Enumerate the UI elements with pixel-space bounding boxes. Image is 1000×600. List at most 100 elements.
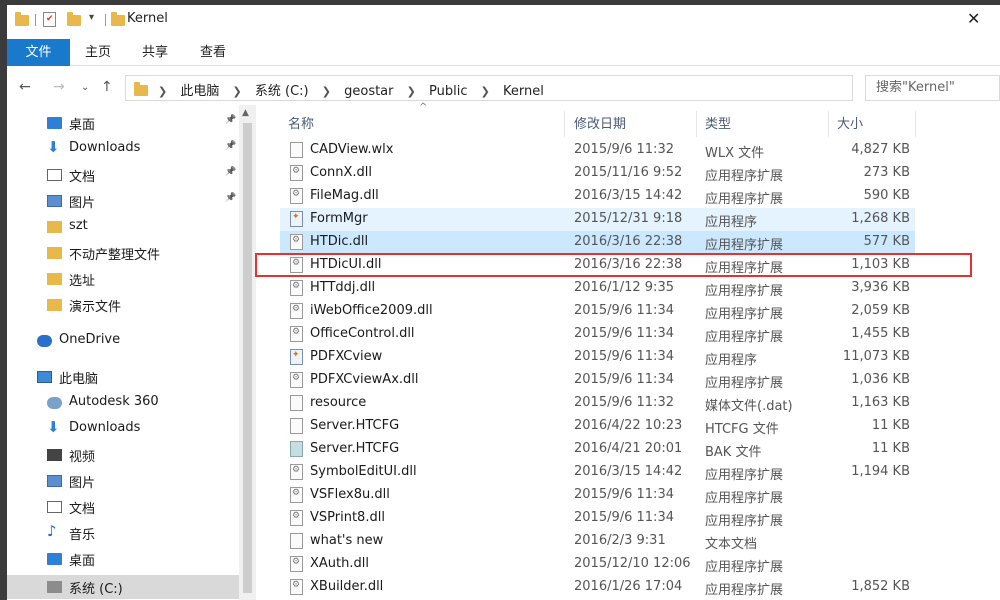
- nav-item-label: 图片: [69, 476, 96, 491]
- column-divider[interactable]: [915, 111, 916, 137]
- file-row[interactable]: XAuth.dll 2015/12/10 12:06 应用程序扩展: [280, 553, 915, 576]
- crumb-kernel[interactable]: Kernel: [503, 84, 544, 99]
- nav-item[interactable]: ♪ 音乐: [7, 521, 239, 545]
- recent-locations-icon[interactable]: ⌄: [81, 82, 89, 93]
- file-row[interactable]: HTDic.dll 2016/3/16 22:38 应用程序扩展 577 KB: [280, 231, 915, 254]
- tab-view[interactable]: 查看: [200, 39, 226, 66]
- nav-item[interactable]: OneDrive: [7, 329, 239, 353]
- nav-scrollbar[interactable]: ▲: [239, 105, 256, 600]
- crumb-this-pc[interactable]: 此电脑: [180, 84, 219, 99]
- new-folder-icon[interactable]: [67, 12, 81, 26]
- file-date: 2015/9/6 11:34: [574, 349, 674, 364]
- file-icon: [290, 142, 303, 158]
- file-type: 应用程序扩展: [705, 468, 784, 483]
- dll-file-icon: [290, 303, 303, 319]
- file-row[interactable]: FormMgr 2015/12/31 9:18 应用程序 1,268 KB: [280, 208, 915, 231]
- file-row[interactable]: Server.HTCFG 2016/4/22 10:23 HTCFG 文件 11 KB: [280, 415, 915, 438]
- nav-item[interactable]: 此电脑: [7, 365, 239, 389]
- nav-item[interactable]: 系统 (C:): [7, 575, 239, 599]
- tab-file[interactable]: 文件: [7, 39, 70, 66]
- file-row[interactable]: PDFXCview 2015/9/6 11:34 应用程序 11,073 KB: [280, 346, 915, 369]
- file-row[interactable]: resource 2015/9/6 11:32 媒体文件(.dat) 1,163 KB: [280, 392, 915, 415]
- nav-item[interactable]: 文档 📌: [7, 163, 239, 187]
- file-size: 1,455 KB: [851, 326, 910, 341]
- file-row[interactable]: VSPrint8.dll 2015/9/6 11:34 应用程序扩展: [280, 507, 915, 530]
- tab-home[interactable]: 主页: [85, 39, 111, 66]
- nav-item[interactable]: Autodesk 360: [7, 391, 239, 415]
- column-divider[interactable]: [564, 111, 565, 137]
- file-icon: [290, 395, 303, 411]
- nav-scroll-thumb[interactable]: [243, 123, 252, 593]
- properties-icon[interactable]: ✔: [43, 12, 56, 27]
- picture-icon: [47, 475, 62, 487]
- nav-item[interactable]: 图片 📌: [7, 189, 239, 213]
- column-type[interactable]: 类型: [705, 105, 731, 139]
- file-type: 应用程序扩展: [705, 330, 784, 345]
- file-row[interactable]: PDFXCviewAx.dll 2015/9/6 11:34 应用程序扩展 1,036…: [280, 369, 915, 392]
- nav-item[interactable]: 桌面: [7, 547, 239, 571]
- chevron-right-icon[interactable]: ❯: [407, 85, 416, 98]
- pin-icon[interactable]: 📌: [225, 193, 236, 203]
- nav-item[interactable]: 演示文件: [7, 293, 239, 317]
- file-type: 应用程序扩展: [705, 376, 784, 391]
- download-icon: ⬇: [47, 418, 60, 436]
- quick-access-dropdown-icon[interactable]: ▾: [89, 12, 94, 23]
- pin-icon[interactable]: 📌: [225, 115, 236, 125]
- file-row[interactable]: OfficeControl.dll 2015/9/6 11:34 应用程序扩展 1,4…: [280, 323, 915, 346]
- crumb-public[interactable]: Public: [429, 84, 467, 99]
- file-row[interactable]: iWebOffice2009.dll 2015/9/6 11:34 应用程序扩展 2,…: [280, 300, 915, 323]
- file-name: HTDic.dll: [310, 234, 369, 249]
- forward-arrow-icon[interactable]: →: [53, 79, 65, 95]
- pin-icon[interactable]: 📌: [225, 141, 236, 151]
- nav-item[interactable]: ⬇ Downloads 📌: [7, 137, 239, 161]
- nav-item[interactable]: 视频: [7, 443, 239, 467]
- file-name: XAuth.dll: [310, 556, 369, 571]
- pin-icon[interactable]: 📌: [225, 167, 236, 177]
- chevron-right-icon[interactable]: ❯: [481, 85, 490, 98]
- up-arrow-icon[interactable]: ↑: [101, 79, 113, 95]
- column-size[interactable]: 大小: [837, 105, 863, 139]
- dll-file-icon: [290, 257, 303, 273]
- file-row[interactable]: Server.HTCFG 2016/4/21 20:01 BAK 文件 11 KB: [280, 438, 915, 461]
- scroll-up-icon[interactable]: ▲: [242, 108, 249, 118]
- file-date: 2015/9/6 11:32: [574, 142, 674, 157]
- nav-item[interactable]: 桌面 📌: [7, 111, 239, 135]
- nav-item-label: 图片: [69, 196, 96, 211]
- close-button[interactable]: ✕: [967, 9, 980, 28]
- search-box[interactable]: [865, 75, 1000, 101]
- nav-item-label: 系统 (C:): [69, 582, 123, 597]
- file-row[interactable]: ConnX.dll 2015/11/16 9:52 应用程序扩展 273 KB: [280, 162, 915, 185]
- crumb-system-drive[interactable]: 系统 (C:): [255, 84, 309, 99]
- file-row[interactable]: HTDicUI.dll 2016/3/16 22:38 应用程序扩展 1,103 KB: [280, 254, 915, 277]
- drive-icon: [47, 581, 62, 593]
- crumb-geostar[interactable]: geostar: [344, 84, 393, 99]
- nav-item[interactable]: 不动产整理文件: [7, 241, 239, 265]
- file-size: 11 KB: [871, 441, 910, 456]
- nav-item[interactable]: 文档: [7, 495, 239, 519]
- address-bar[interactable]: ❯ 此电脑 ❯ 系统 (C:) ❯ geostar ❯ Public ❯ Ker…: [125, 75, 965, 101]
- nav-item-label: OneDrive: [59, 332, 121, 347]
- nav-item[interactable]: 选址: [7, 267, 239, 291]
- column-divider[interactable]: [828, 111, 829, 137]
- chevron-right-icon[interactable]: ❯: [322, 85, 331, 98]
- toolbar-divider: [105, 14, 106, 26]
- file-row[interactable]: VSFlex8u.dll 2015/9/6 11:34 应用程序扩展: [280, 484, 915, 507]
- file-row[interactable]: FileMag.dll 2016/3/15 14:42 应用程序扩展 590 KB: [280, 185, 915, 208]
- dll-file-icon: [290, 234, 303, 250]
- file-row[interactable]: SymbolEditUI.dll 2016/3/15 14:42 应用程序扩展 1,1…: [280, 461, 915, 484]
- chevron-right-icon[interactable]: ❯: [233, 85, 242, 98]
- file-row[interactable]: XBuilder.dll 2016/1/26 17:04 应用程序扩展 1,852 K…: [280, 576, 915, 599]
- column-divider[interactable]: [696, 111, 697, 137]
- file-row[interactable]: what's new 2016/2/3 9:31 文本文档: [280, 530, 915, 553]
- column-name[interactable]: 名称: [288, 105, 314, 139]
- tab-share[interactable]: 共享: [142, 39, 168, 66]
- chevron-right-icon[interactable]: ❯: [158, 85, 167, 98]
- nav-item[interactable]: szt: [7, 215, 239, 239]
- search-input[interactable]: [876, 80, 1000, 95]
- file-row[interactable]: CADView.wlx 2015/9/6 11:32 WLX 文件 4,827 KB: [280, 139, 915, 162]
- nav-item[interactable]: 图片: [7, 469, 239, 493]
- file-row[interactable]: HTTddj.dll 2016/1/12 9:35 应用程序扩展 3,936 KB: [280, 277, 915, 300]
- column-date[interactable]: 修改日期: [574, 105, 626, 139]
- nav-item[interactable]: ⬇ Downloads: [7, 417, 239, 441]
- back-arrow-icon[interactable]: ←: [19, 79, 31, 95]
